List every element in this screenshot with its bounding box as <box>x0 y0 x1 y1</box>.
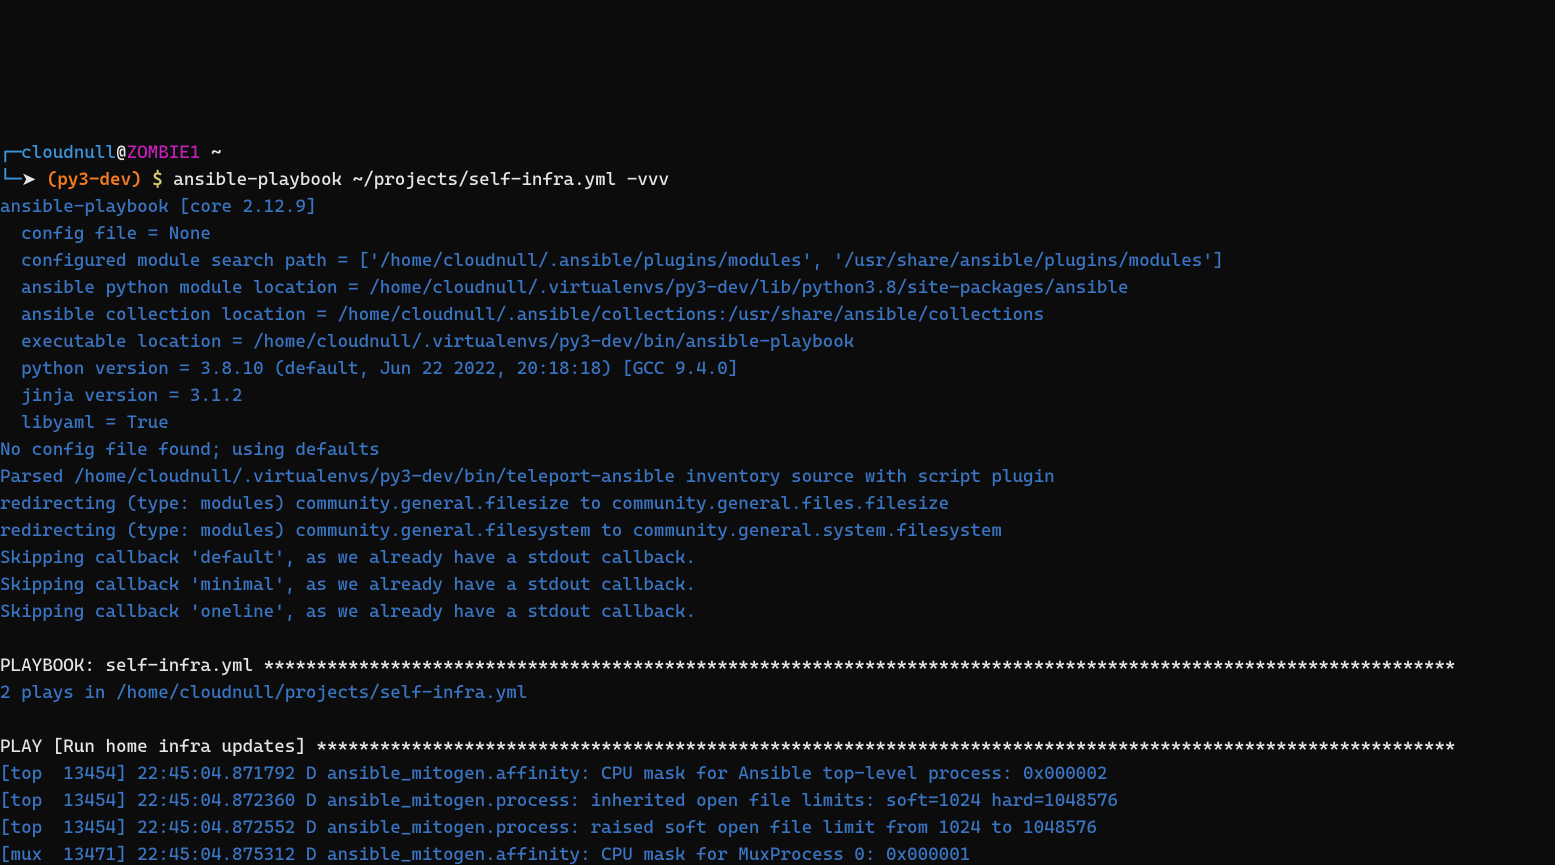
config-file-line: config file = None <box>0 223 211 244</box>
executable-location-line: executable location = /home/cloudnull/.v… <box>0 331 854 352</box>
parsed-inventory-line: Parsed /home/cloudnull/.virtualenvs/py3-… <box>0 466 1055 487</box>
skip-oneline-callback-line: Skipping callback 'oneline', as we alrea… <box>0 601 696 622</box>
collection-location-line: ansible collection location = /home/clou… <box>0 304 1044 325</box>
libyaml-line: libyaml = True <box>0 412 169 433</box>
prompt-venv: (py3-dev) <box>47 169 142 190</box>
prompt-arrow: ➤ <box>21 169 47 190</box>
play-banner: PLAY [Run home infra updates] **********… <box>0 736 1455 757</box>
prompt-corner-bottom: └─ <box>0 169 21 190</box>
prompt-corner-top: ┌─ <box>0 142 21 163</box>
mitogen-log-line: [top 13454] 22:45:04.872360 D ansible_mi… <box>0 790 1118 811</box>
ansible-version-line: ansible-playbook [core 2.12.9] <box>0 196 316 217</box>
no-config-line: No config file found; using defaults <box>0 439 380 460</box>
playbook-banner: PLAYBOOK: self-infra.yml ***************… <box>0 655 1455 676</box>
terminal-output[interactable]: ┌─cloudnull@ZOMBIE1 ~ └─➤ (py3-dev) $ an… <box>0 135 1555 865</box>
redirect-filesystem-line: redirecting (type: modules) community.ge… <box>0 520 1002 541</box>
skip-default-callback-line: Skipping callback 'default', as we alrea… <box>0 547 696 568</box>
redirect-filesize-line: redirecting (type: modules) community.ge… <box>0 493 949 514</box>
prompt-line-2: └─➤ (py3-dev) $ ansible-playbook ~/proje… <box>0 169 669 190</box>
prompt-dollar: $ <box>142 169 174 190</box>
prompt-host: ZOMBIE1 <box>127 142 201 163</box>
mitogen-log-line: [top 13454] 22:45:04.872552 D ansible_mi… <box>0 817 1097 838</box>
prompt-line-1: ┌─cloudnull@ZOMBIE1 ~ <box>0 142 221 163</box>
jinja-version-line: jinja version = 3.1.2 <box>0 385 243 406</box>
command-text: ansible-playbook ~/projects/self-infra.y… <box>173 169 669 190</box>
skip-minimal-callback-line: Skipping callback 'minimal', as we alrea… <box>0 574 696 595</box>
prompt-user: cloudnull <box>21 142 116 163</box>
python-version-line: python version = 3.8.10 (default, Jun 22… <box>0 358 738 379</box>
prompt-path: ~ <box>200 142 221 163</box>
mitogen-log-line: [top 13454] 22:45:04.871792 D ansible_mi… <box>0 763 1107 784</box>
module-search-path-line: configured module search path = ['/home/… <box>0 250 1223 271</box>
mitogen-log-line: [mux 13471] 22:45:04.875312 D ansible_mi… <box>0 844 970 865</box>
python-module-location-line: ansible python module location = /home/c… <box>0 277 1129 298</box>
playbook-plays-count: 2 plays in /home/cloudnull/projects/self… <box>0 682 527 703</box>
prompt-at: @ <box>116 142 127 163</box>
